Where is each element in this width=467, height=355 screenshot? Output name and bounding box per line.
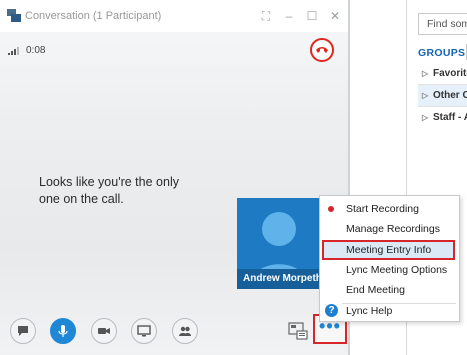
- hang-up-button[interactable]: [310, 38, 334, 62]
- menu-item-label: Lync Meeting Options: [346, 264, 448, 276]
- signal-strength-icon: [8, 47, 19, 55]
- group-label: Favorites: [433, 68, 467, 79]
- menu-item-label: Start Recording: [346, 203, 419, 215]
- participants-icon: [179, 326, 191, 336]
- present-button[interactable]: [131, 318, 157, 344]
- lync-app-icon: [7, 9, 21, 22]
- menu-item-lync-help[interactable]: ? Lync Help: [320, 301, 459, 321]
- call-timer: 0:08: [26, 45, 46, 56]
- alone-on-call-message: Looks like you're the only one on the ca…: [39, 175, 179, 206]
- groups-tab[interactable]: GROUPS: [418, 47, 465, 59]
- im-icon: [18, 326, 28, 336]
- window-title: Conversation (1 Participant): [25, 10, 162, 22]
- menu-item-lync-meeting-options[interactable]: Lync Meeting Options: [320, 260, 459, 280]
- menu-item-start-recording[interactable]: Start Recording: [320, 199, 459, 219]
- title-bar: Conversation (1 Participant) ⛶ – ☐ ✕: [0, 0, 348, 32]
- group-staff-all[interactable]: ▷ Staff - All: [418, 107, 467, 129]
- record-dot-icon: [328, 206, 334, 212]
- menu-item-label: End Meeting: [346, 284, 405, 296]
- microphone-icon: [58, 325, 68, 337]
- find-someone-input[interactable]: Find someone: [418, 13, 467, 35]
- menu-item-manage-recordings[interactable]: Manage Recordings: [320, 219, 459, 239]
- im-button[interactable]: [10, 318, 36, 344]
- menu-item-meeting-entry-info[interactable]: Meeting Entry Info: [322, 240, 455, 260]
- expand-triangle-icon: ▷: [422, 69, 429, 78]
- meeting-notes-icon[interactable]: [288, 322, 308, 340]
- present-icon: [137, 325, 151, 337]
- hang-up-icon: [316, 47, 328, 53]
- participant-name: Andrew Morpeth: [237, 269, 321, 289]
- full-screen-icon[interactable]: ⛶: [257, 7, 275, 25]
- group-label: Other Contacts: [433, 90, 467, 101]
- participants-button[interactable]: [172, 318, 198, 344]
- video-button[interactable]: [91, 318, 117, 344]
- menu-item-label: Meeting Entry Info: [346, 244, 432, 256]
- close-icon[interactable]: ✕: [326, 7, 344, 25]
- expand-triangle-icon: ▷: [422, 91, 429, 100]
- menu-item-label: Lync Help: [346, 305, 393, 317]
- microphone-button[interactable]: [50, 318, 76, 344]
- minimize-icon[interactable]: –: [280, 7, 298, 25]
- participant-tile[interactable]: Andrew Morpeth: [237, 198, 321, 289]
- help-icon: ?: [325, 304, 338, 317]
- group-label: Staff - All: [433, 112, 467, 123]
- group-other-contacts[interactable]: ▷ Other Contacts: [418, 85, 467, 107]
- more-options-menu: Start Recording Manage Recordings Meetin…: [319, 195, 460, 322]
- expand-triangle-icon: ▷: [422, 113, 429, 122]
- video-icon: [98, 328, 110, 334]
- menu-item-label: Manage Recordings: [346, 223, 440, 235]
- conversation-window: Conversation (1 Participant) ⛶ – ☐ ✕ 0:0…: [0, 0, 349, 355]
- maximize-icon[interactable]: ☐: [303, 7, 321, 25]
- menu-item-end-meeting[interactable]: End Meeting: [320, 280, 459, 300]
- group-favorites[interactable]: ▷ Favorites: [418, 63, 467, 85]
